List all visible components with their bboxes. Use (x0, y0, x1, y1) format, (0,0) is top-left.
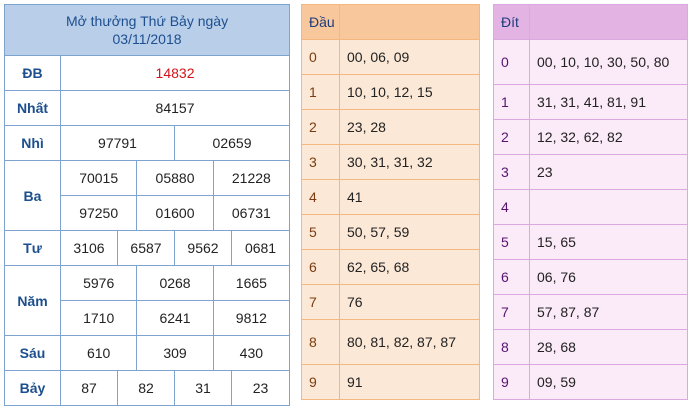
digit-values: 91 (339, 364, 480, 400)
digit-key: 5 (493, 224, 530, 260)
prize-value: 05880 (137, 161, 214, 195)
prize-value: 1710 (61, 301, 138, 335)
prize-value: 70015 (61, 161, 138, 195)
digit-key: 1 (493, 84, 530, 120)
head-digit-table: Đầu 0 00, 06, 09 1 10, 10, 12, 15 2 23, 28 … (301, 4, 480, 400)
tail-digit-table: Đít 0 00, 10, 10, 30, 50, 80 1 31, 31, 41,… (493, 4, 688, 400)
prize-label: Nhì (4, 125, 61, 161)
digit-key: 3 (301, 144, 340, 180)
digit-key: 6 (493, 259, 530, 295)
prize-label: Bảy (4, 370, 61, 406)
digit-key: 4 (301, 179, 340, 215)
head-digit-header-blank (339, 4, 480, 40)
lottery-results-table: Mở thưởng Thứ Bảy ngày 03/11/2018 ĐB 148… (3, 4, 291, 406)
prize-value: 9562 (174, 230, 232, 266)
prize-value: 6241 (137, 301, 214, 335)
prize-label: Tư (4, 230, 61, 266)
digit-values: 62, 65, 68 (339, 249, 480, 285)
results-title-date: 03/11/2018 (112, 31, 182, 47)
prize-value: 9812 (235, 310, 267, 326)
prize-value: 23 (230, 370, 291, 406)
prize-value: 31 (174, 370, 232, 406)
prize-value: 1665 (235, 275, 267, 291)
digit-key: 9 (493, 364, 530, 400)
digit-values: 23, 28 (339, 109, 480, 145)
digit-key: 0 (493, 39, 530, 85)
digit-key: 6 (301, 249, 340, 285)
prize-value: 5976 (61, 266, 138, 300)
digit-values: 57, 87, 87 (529, 294, 688, 330)
prize-value: 82 (117, 370, 175, 406)
digit-values: 76 (339, 284, 480, 320)
digit-values: 00, 06, 09 (339, 39, 480, 75)
digit-key: 8 (301, 319, 340, 365)
digit-values: 31, 31, 41, 81, 91 (529, 84, 688, 120)
tail-digit-header-blank (529, 4, 688, 40)
digit-key: 7 (301, 284, 340, 320)
digit-key: 1 (301, 74, 340, 110)
results-title: Mở thưởng Thứ Bảy ngày 03/11/2018 (3, 4, 291, 56)
digit-values: 23 (529, 154, 688, 190)
digit-values: 10, 10, 12, 15 (339, 74, 480, 110)
digit-key: 3 (493, 154, 530, 190)
prize-value: 06731 (231, 205, 271, 221)
digit-key: 0 (301, 39, 340, 75)
prize-value: 01600 (137, 196, 214, 230)
digit-key: 2 (493, 119, 530, 155)
prize-value: 430 (239, 345, 264, 361)
digit-values: 28, 68 (529, 329, 688, 365)
digit-values: 00, 10, 10, 30, 50, 80 (529, 39, 688, 85)
prize-label: Sáu (4, 335, 61, 371)
digit-values: 50, 57, 59 (339, 214, 480, 250)
prize-value: 84157 (59, 90, 291, 126)
digit-key: 2 (301, 109, 340, 145)
results-title-line1: Mở thưởng Thứ Bảy ngày (65, 13, 229, 29)
prize-value: 0268 (137, 266, 214, 300)
prize-value: 02659 (173, 125, 291, 161)
digit-key: 5 (301, 214, 340, 250)
digit-values: 41 (339, 179, 480, 215)
prize-value: 21228 (231, 170, 271, 186)
prize-label: ĐB (4, 55, 61, 91)
digit-values: 06, 76 (529, 259, 688, 295)
prize-value: 87 (60, 370, 118, 406)
prize-value: 309 (137, 336, 214, 370)
digit-values: 30, 31, 31, 32 (339, 144, 480, 180)
prize-label: Ba (4, 160, 61, 231)
digit-values: 80, 81, 82, 87, 87 (339, 319, 480, 365)
prize-value: 97250 (61, 196, 138, 230)
digit-values: 09, 59 (529, 364, 688, 400)
digit-values: 15, 65 (529, 224, 688, 260)
digit-key: 4 (493, 189, 530, 225)
prize-value: 610 (61, 336, 138, 370)
digit-key: 9 (301, 364, 340, 400)
prize-label: Nhất (4, 90, 61, 126)
prize-label: Năm (4, 265, 61, 336)
special-prize-value: 14832 (59, 55, 291, 91)
digit-key: 7 (493, 294, 530, 330)
prize-value: 0681 (230, 230, 291, 266)
digit-values: 12, 32, 62, 82 (529, 119, 688, 155)
digit-values (529, 189, 688, 225)
prize-value: 6587 (117, 230, 175, 266)
prize-value: 97791 (60, 125, 175, 161)
head-digit-header: Đầu (301, 4, 340, 40)
tail-digit-header: Đít (493, 4, 530, 40)
prize-value: 3106 (60, 230, 118, 266)
digit-key: 8 (493, 329, 530, 365)
